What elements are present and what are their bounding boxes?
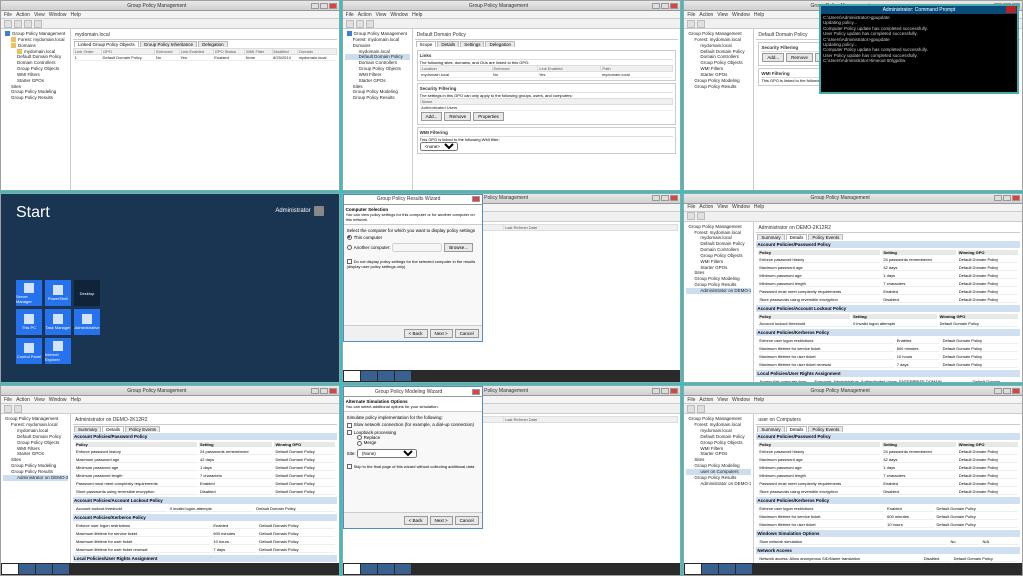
ie-icon — [53, 341, 63, 351]
back-button[interactable]: < Back — [404, 516, 428, 525]
radio-merge — [357, 441, 362, 446]
taskbar-item[interactable] — [361, 371, 377, 381]
content-header: mydomain.local — [73, 31, 337, 40]
user-account[interactable]: Administrator — [275, 206, 323, 216]
tab-delegation[interactable]: Delegation — [485, 41, 515, 47]
tree-pane[interactable]: Group Policy Management Forest: mydomain… — [343, 29, 413, 190]
gear-icon — [24, 343, 34, 353]
domain-icon — [17, 49, 22, 54]
tab-scope[interactable]: Scope — [416, 41, 437, 47]
panel-start-screen: Start Administrator Server Manager Power… — [0, 193, 340, 384]
tile-admin-tools[interactable]: Administrative — [74, 309, 100, 335]
radio-another-computer[interactable] — [347, 245, 352, 250]
next-button[interactable]: Next > — [430, 516, 453, 525]
root-icon — [5, 31, 10, 36]
maximize-button[interactable] — [320, 3, 328, 9]
help-icon[interactable] — [34, 20, 42, 28]
tile-this-pc[interactable]: This PC — [16, 309, 42, 335]
wizard-close-button[interactable] — [472, 389, 480, 395]
start-button[interactable] — [344, 371, 360, 381]
tab-details[interactable]: Details — [786, 234, 808, 240]
properties-button[interactable]: Properties — [473, 112, 504, 121]
folder-icon — [11, 43, 16, 48]
pc-icon — [24, 314, 34, 324]
toolbar — [1, 19, 339, 29]
powershell-icon — [53, 285, 63, 295]
panel-gpm-cmd: Group Policy Management FileActionViewWi… — [683, 0, 1023, 191]
close-button[interactable] — [329, 3, 337, 9]
browse-button: Browse... — [444, 243, 473, 252]
forward-icon[interactable] — [14, 20, 22, 28]
tab-delegation[interactable]: Delegation — [198, 41, 228, 47]
tile-powershell[interactable]: PowerShell — [45, 280, 71, 306]
gp-results-wizard: Group Policy Results Wizard Computer Sel… — [343, 194, 483, 342]
cancel-button[interactable]: Cancel — [455, 329, 479, 338]
server-icon — [24, 283, 34, 293]
tile-control-panel[interactable]: Control Panel — [16, 338, 42, 364]
links-table[interactable]: LocationEnforcedLink EnabledPathmydomain… — [420, 65, 674, 78]
site-select[interactable]: (None) — [357, 449, 417, 458]
refresh-icon[interactable] — [24, 20, 32, 28]
cmd-titlebar[interactable]: Administrator: Command Prompt — [821, 6, 1017, 14]
tile-desktop[interactable]: Desktop — [74, 280, 100, 306]
radio-this-computer[interactable] — [347, 235, 352, 240]
tile-task-manager[interactable]: Task Manager — [45, 309, 71, 335]
minimize-button[interactable] — [311, 3, 319, 9]
linked-gpo-table[interactable]: Link OrderGPOEnforcedLink EnabledGPO Sta… — [73, 48, 337, 61]
tab-gpi[interactable]: Group Policy Inheritance — [140, 41, 197, 47]
panel-gpm-wizard-modeling: Group Policy Management FileActionViewWi… — [342, 385, 682, 576]
slow-network-checkbox[interactable] — [347, 423, 352, 428]
taskbar — [343, 370, 681, 382]
content-pane: mydomain.local Linked Group Policy Objec… — [71, 29, 339, 190]
back-button[interactable]: < Back — [404, 329, 428, 338]
start-button[interactable] — [2, 564, 18, 574]
command-prompt-window[interactable]: Administrator: Command Prompt C:\Users\A… — [819, 4, 1019, 94]
taskbar-item[interactable] — [378, 371, 394, 381]
back-icon[interactable] — [4, 20, 12, 28]
avatar-icon — [314, 206, 324, 216]
panel-gpm-wizard-results: Group Policy Management FileActionViewWi… — [342, 193, 682, 384]
cancel-button[interactable]: Cancel — [455, 516, 479, 525]
tab-settings[interactable]: Settings — [460, 41, 484, 47]
cmd-close-button[interactable] — [1006, 6, 1016, 13]
tile-ie[interactable]: Internet Explorer — [45, 338, 71, 364]
wmi-filter-select[interactable]: <none> — [420, 142, 458, 151]
computer-name-input — [392, 243, 442, 252]
panel-gpm-policy: Group Policy Management FileActionViewWi… — [342, 0, 682, 191]
content-header: Default Domain Policy — [415, 31, 679, 40]
tab-details[interactable]: Details — [437, 41, 459, 47]
policy-report: Administrator on DEMO-2K12R2 SummaryDeta… — [754, 222, 1022, 383]
start-button[interactable] — [685, 564, 701, 574]
panel-gpm-domain: Group Policy Management FileActionViewWi… — [0, 0, 340, 191]
add-button[interactable]: Add... — [421, 112, 443, 121]
tile-grid: Server Manager PowerShell Desktop This P… — [16, 280, 129, 364]
forest-icon — [11, 37, 16, 42]
panel-gpm-results-details: Group Policy Management FileActionViewWi… — [683, 193, 1023, 384]
tab-linked-gpo[interactable]: Linked Group Policy Objects — [74, 41, 139, 47]
start-button[interactable] — [344, 564, 360, 574]
wizard-close-button[interactable] — [472, 196, 480, 202]
table-row[interactable]: 1Default Domain PolicyNoYesEnabledNone8/… — [74, 55, 337, 61]
menubar: FileActionViewWindowHelp — [1, 11, 339, 19]
cmd-output: C:\Users\Administrator>gpupdateUpdating … — [821, 14, 1017, 65]
remove-button[interactable]: Remove — [444, 112, 471, 121]
wrench-icon — [82, 314, 92, 324]
skip-final-checkbox[interactable] — [347, 464, 352, 469]
panel-gpm-results-details-2: Group Policy Management FileActionViewWi… — [0, 385, 340, 576]
loopback-checkbox[interactable] — [347, 430, 352, 435]
tree-pane[interactable]: Group Policy Management Forest: mydomain… — [1, 29, 71, 190]
titlebar[interactable]: Group Policy Management — [1, 1, 339, 11]
security-table[interactable]: NameAuthenticated Users — [420, 98, 674, 111]
next-button[interactable]: Next > — [430, 329, 453, 338]
taskmgr-icon — [53, 314, 63, 324]
tile-server-manager[interactable]: Server Manager — [16, 280, 42, 306]
gp-modeling-wizard: Group Policy Modeling Wizard Alternate S… — [343, 386, 483, 529]
taskbar-item[interactable] — [395, 371, 411, 381]
panel-gpm-modeling-report: Group Policy Management FileActionViewWi… — [683, 385, 1023, 576]
